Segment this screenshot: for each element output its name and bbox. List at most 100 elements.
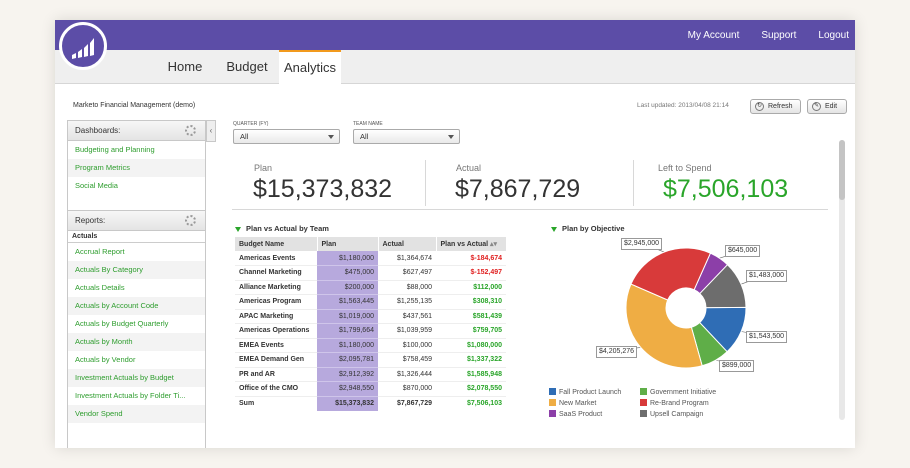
cell-actual: $870,000 — [378, 381, 436, 397]
legend-item[interactable]: Government Initiative — [640, 388, 716, 396]
sidebar-item-actuals-by-vendor[interactable]: Actuals by Vendor — [68, 351, 205, 369]
tab-budget[interactable]: Budget — [223, 50, 271, 84]
sort-icon: ▴▾ — [490, 241, 498, 248]
cell-plan: $475,000 — [317, 265, 378, 281]
col-header-plan-vs-actual[interactable]: Plan vs Actual ▴▾ — [436, 237, 507, 251]
gear-icon[interactable] — [185, 215, 196, 226]
cell-actual: $1,255,135 — [378, 294, 436, 310]
pie-slice-upsell-campaign[interactable] — [699, 263, 747, 309]
legend-item[interactable]: New Market — [549, 399, 596, 407]
pie-slice-saas-product[interactable] — [693, 252, 729, 295]
cell-plan: $2,948,550 — [317, 381, 378, 397]
gear-icon[interactable] — [185, 125, 196, 136]
table-row[interactable]: EMEA Demand Gen $2,095,781 $758,459 $1,337,… — [235, 352, 506, 368]
my-account-link[interactable]: My Account — [688, 30, 740, 41]
cell-plan: $2,095,781 — [317, 352, 378, 368]
sidebar-item-program-metrics[interactable]: Program Metrics — [68, 159, 205, 177]
kpi-actual-label: Actual — [456, 163, 482, 173]
legend-item[interactable]: SaaS Product — [549, 410, 602, 418]
edit-button[interactable]: ✎ Edit — [807, 99, 847, 114]
legend-label: Fall Product Launch — [559, 389, 622, 396]
sidebar-item-investment-actuals-by-folder[interactable]: Investment Actuals by Folder Ti... — [68, 387, 205, 405]
col-header-actual[interactable]: Actual — [378, 237, 437, 251]
team-select-value: All — [360, 132, 369, 141]
scrollbar[interactable] — [839, 140, 845, 420]
table-row[interactable]: Channel Marketing $475,000 $627,497 $-152,4… — [235, 265, 506, 281]
table-row[interactable]: PR and AR $2,912,392 $1,326,444 $1,585,948 — [235, 367, 506, 382]
pie-slice-fall-product-launch[interactable] — [698, 306, 747, 353]
sidebar-item-actuals-by-month[interactable]: Actuals by Month — [68, 333, 205, 351]
cell-budget-name: Americas Program — [235, 294, 317, 310]
cell-sum-label: Sum — [239, 400, 255, 407]
logo-bars-icon — [72, 38, 94, 59]
logout-link[interactable]: Logout — [818, 30, 849, 41]
cell-sum-plan-vs-actual: $7,506,103 — [466, 400, 502, 407]
last-updated: Last updated: 2013/04/08 21:14 — [637, 102, 729, 109]
table-row[interactable]: APAC Marketing $1,019,000 $437,561 $581,439 — [235, 309, 506, 324]
sidebar-item-actuals-by-budget-quarterly[interactable]: Actuals by Budget Quarterly — [68, 315, 205, 333]
legend-label: New Market — [559, 400, 597, 407]
kpi-left-value: $7,506,103 — [663, 175, 789, 203]
table-row[interactable]: EMEA Events $1,180,000 $100,000 $1,080,000 — [235, 338, 506, 353]
cell-sum-plan: $15,373,832 — [317, 396, 378, 411]
table-row[interactable]: Americas Events $1,180,000 $1,364,674 $-184… — [235, 251, 506, 266]
cell-actual: $627,497 — [378, 265, 436, 281]
col-header-plan[interactable]: Plan — [317, 237, 379, 251]
table-row[interactable]: Alliance Marketing $200,000 $88,000 $112,00… — [235, 280, 506, 295]
cell-plan: $2,912,392 — [317, 367, 378, 382]
team-select[interactable]: All — [353, 129, 460, 144]
table-row[interactable]: Americas Program $1,563,445 $1,255,135 $308… — [235, 294, 506, 310]
kpi-actual-value: $7,867,729 — [455, 175, 581, 203]
chevron-down-icon — [328, 135, 334, 139]
sidebar-item-accrual-report[interactable]: Accrual Report — [68, 243, 205, 261]
support-link[interactable]: Support — [761, 30, 796, 41]
legend-swatch — [549, 410, 556, 417]
chevron-down-icon — [448, 135, 454, 139]
cell-plan-vs-actual: $759,705 — [436, 323, 506, 339]
filter-icon[interactable] — [235, 226, 241, 232]
sidebar-item-budgeting-and-planning[interactable]: Budgeting and Planning — [68, 141, 205, 159]
collapse-sidebar-button[interactable]: ‹ — [206, 120, 216, 142]
slice-value-label: $1,543,500 — [746, 331, 788, 343]
pie-slice-re-brand-program[interactable] — [630, 247, 712, 301]
cell-plan: $200,000 — [317, 280, 378, 295]
sidebar-item-social-media[interactable]: Social Media — [68, 177, 205, 195]
legend-item[interactable]: Re-Brand Program — [640, 399, 709, 407]
table-row[interactable]: Americas Operations $1,799,664 $1,039,959 $… — [235, 323, 506, 339]
cell-actual: $1,039,959 — [378, 323, 436, 339]
refresh-button[interactable]: ↻ Refresh — [750, 99, 801, 114]
cell-sum-actual: $7,867,729 — [396, 400, 432, 407]
sidebar-item-actuals-by-account-code[interactable]: Actuals by Account Code — [68, 297, 205, 315]
scrollbar-thumb[interactable] — [839, 140, 845, 200]
dashboards-label: Dashboards: — [75, 126, 121, 135]
sidebar-item-vendor-spend[interactable]: Vendor Spend — [68, 405, 205, 423]
sidebar-item-investment-actuals-by-budget[interactable]: Investment Actuals by Budget — [68, 369, 205, 387]
marketo-logo[interactable] — [59, 22, 107, 70]
legend-label: SaaS Product — [559, 411, 603, 418]
sidebar: Dashboards: Budgeting and Planning Progr… — [67, 120, 206, 448]
filter-icon[interactable] — [551, 226, 557, 232]
edit-label: Edit — [825, 103, 838, 110]
quarter-filter-label: QUARTER (FY) — [233, 121, 269, 127]
cell-plan-vs-actual: $1,337,322 — [436, 352, 506, 368]
legend-item[interactable]: Upsell Campaign — [640, 410, 703, 418]
col-header-budget-name[interactable]: Budget Name — [235, 237, 318, 251]
sidebar-item-actuals-by-category[interactable]: Actuals By Category — [68, 261, 205, 279]
pie-slice-new-market[interactable] — [625, 283, 703, 369]
sidebar-item-actuals-details[interactable]: Actuals Details — [68, 279, 205, 297]
cell-actual: $1,364,674 — [378, 251, 436, 266]
slice-value-label: $1,483,000 — [746, 270, 788, 282]
sidebar-spacer — [68, 195, 205, 211]
tab-home[interactable]: Home — [163, 50, 207, 84]
refresh-icon: ↻ — [755, 102, 764, 111]
tab-analytics[interactable]: Analytics — [279, 50, 341, 85]
quarter-select[interactable]: All — [233, 129, 340, 144]
cell-plan: $1,799,664 — [317, 323, 378, 339]
table-row[interactable]: Office of the CMO $2,948,550 $870,000 $2,07… — [235, 381, 506, 397]
actuals-group-label: Actuals — [68, 231, 205, 243]
legend-swatch — [640, 410, 647, 417]
legend-item[interactable]: Fall Product Launch — [549, 388, 621, 396]
cell-budget-name: APAC Marketing — [235, 309, 317, 324]
cell-budget-name: EMEA Events — [235, 338, 317, 353]
slice-value-label: $645,000 — [725, 245, 761, 257]
